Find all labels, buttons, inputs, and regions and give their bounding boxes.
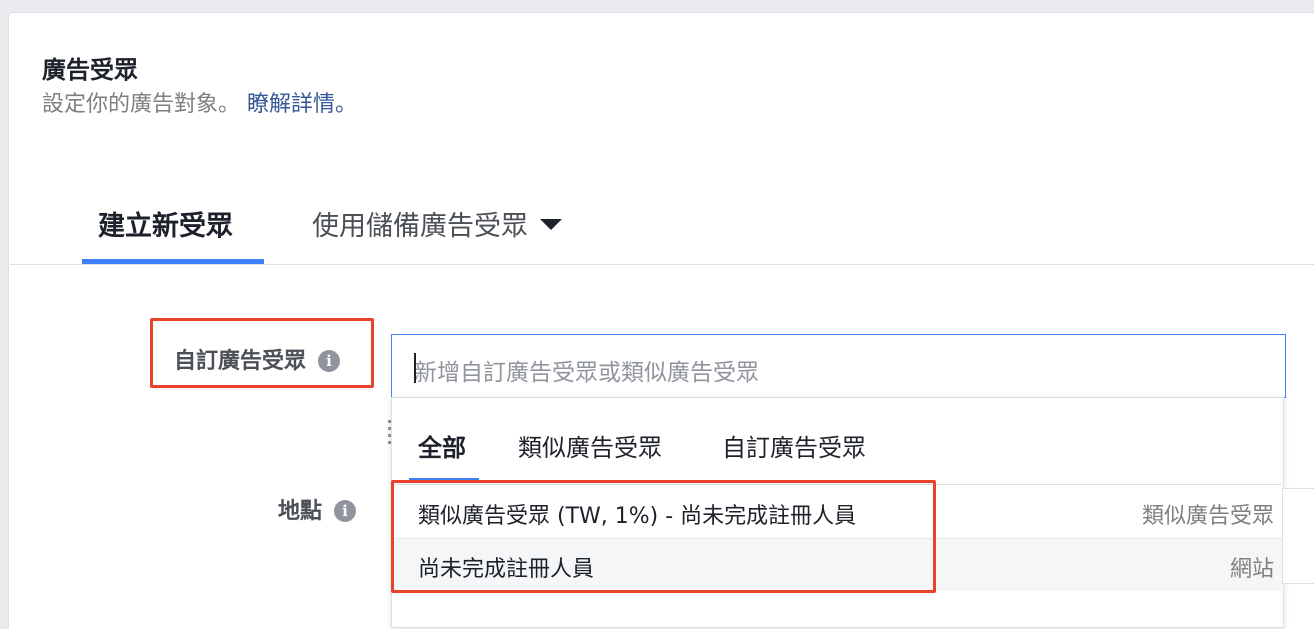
subtitle-text: 設定你的廣告對象。 [42,92,241,117]
tab-create-new-audience[interactable]: 建立新受眾 [98,204,233,243]
search-placeholder: 新增自訂廣告受眾或類似廣告受眾 [414,360,759,386]
info-icon[interactable]: i [334,500,357,522]
caret-down-icon [540,219,562,230]
highlight-box-label [150,318,374,388]
dropdown-tab-lookalike[interactable]: 類似廣告受眾 [518,428,662,463]
dropdown-tab-custom[interactable]: 自訂廣告受眾 [722,428,866,463]
text-cursor [414,353,416,383]
learn-more-link[interactable]: 瞭解詳情。 [247,92,357,117]
location-label: 地點 i [278,493,357,525]
section-title: 廣告受眾 [42,56,138,84]
tab-use-saved-label: 使用儲備廣告受眾 [312,211,528,242]
custom-audience-search-input[interactable]: 新增自訂廣告受眾或類似廣告受眾 [391,334,1286,398]
location-label-text: 地點 [278,499,323,524]
section-subtitle: 設定你的廣告對象。 瞭解詳情。 [42,86,357,118]
tab-divider [10,264,1314,265]
audience-type: 類似廣告受眾 [1141,504,1274,529]
adjacent-panel-edge [1282,488,1314,584]
tab-use-saved-audience[interactable]: 使用儲備廣告受眾 [312,204,562,243]
dropdown-tab-all[interactable]: 全部 [418,428,466,463]
highlight-box-results [391,480,936,593]
audience-type: 網站 [1229,557,1274,582]
